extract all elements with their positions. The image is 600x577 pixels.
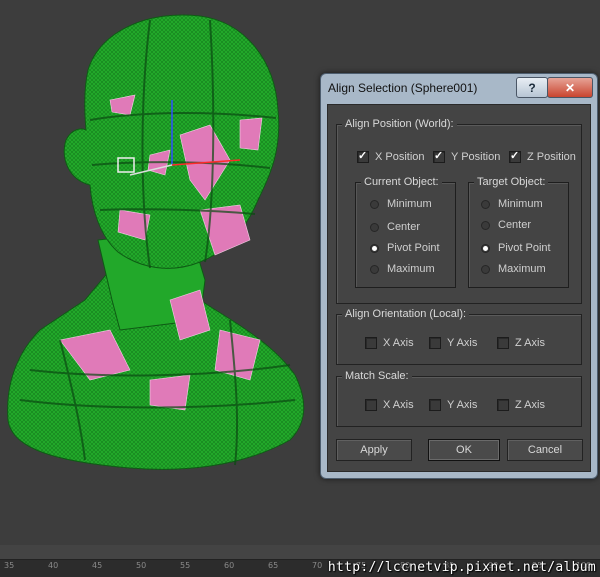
- scale-z-axis-label: Z Axis: [515, 399, 545, 411]
- target-minimum-radio[interactable]: Minimum: [481, 198, 543, 210]
- timeline-tick: 50: [136, 561, 147, 570]
- scale-y-axis-box[interactable]: [429, 399, 441, 411]
- scale-x-axis-checkbox[interactable]: X Axis: [365, 399, 414, 411]
- current-minimum-dot[interactable]: [370, 199, 379, 209]
- align-orientation-label: Align Orientation (Local):: [342, 308, 470, 320]
- time-slider-track[interactable]: [0, 545, 600, 560]
- close-button[interactable]: ✕: [547, 77, 593, 98]
- dialog-title: Align Selection (Sphere001): [328, 81, 478, 95]
- align-position-label: Align Position (World):: [342, 118, 457, 130]
- current-pivot-point-radio[interactable]: Pivot Point: [370, 242, 440, 254]
- orient-y-axis-checkbox[interactable]: Y Axis: [429, 337, 477, 349]
- scale-y-axis-label: Y Axis: [447, 399, 478, 411]
- current-center-label: Center: [387, 221, 421, 233]
- orient-y-axis-box[interactable]: [429, 337, 441, 349]
- current-object-group: Current Object: Minimum Center Pivot Poi…: [355, 176, 456, 288]
- dialog-content: Align Position (World): X Position Y Pos…: [327, 104, 591, 472]
- align-position-group: Align Position (World): X Position Y Pos…: [336, 118, 582, 304]
- target-object-group: Target Object: Minimum Center Pivot Poin…: [468, 176, 569, 288]
- orient-x-axis-box[interactable]: [365, 337, 377, 349]
- orient-x-axis-label: X Axis: [383, 337, 414, 349]
- target-pivot-point-dot[interactable]: [481, 243, 490, 253]
- x-position-label: X Position: [375, 151, 425, 163]
- y-position-checkbox[interactable]: Y Position: [433, 149, 501, 163]
- timeline-tick: 60: [224, 561, 235, 570]
- dialog-titlebar[interactable]: Align Selection (Sphere001) ? ✕: [321, 74, 597, 102]
- orient-z-axis-label: Z Axis: [515, 337, 545, 349]
- scale-z-axis-checkbox[interactable]: Z Axis: [497, 399, 545, 411]
- ok-button[interactable]: OK: [428, 439, 500, 461]
- scale-x-axis-label: X Axis: [383, 399, 414, 411]
- cancel-button[interactable]: Cancel: [507, 439, 583, 461]
- current-maximum-dot[interactable]: [370, 264, 379, 274]
- z-position-checkbox[interactable]: Z Position: [509, 149, 576, 163]
- z-position-label: Z Position: [527, 151, 576, 163]
- x-position-box[interactable]: [357, 149, 369, 163]
- timeline-tick: 55: [180, 561, 191, 570]
- target-maximum-label: Maximum: [498, 263, 546, 275]
- align-orientation-group: Align Orientation (Local): X Axis Y Axis…: [336, 308, 582, 365]
- scale-y-axis-checkbox[interactable]: Y Axis: [429, 399, 477, 411]
- current-pivot-point-label: Pivot Point: [387, 242, 440, 254]
- current-center-dot[interactable]: [370, 222, 379, 232]
- scale-z-axis-box[interactable]: [497, 399, 509, 411]
- current-minimum-radio[interactable]: Minimum: [370, 198, 432, 210]
- timeline-tick: 45: [92, 561, 103, 570]
- current-pivot-point-dot[interactable]: [370, 243, 379, 253]
- target-center-radio[interactable]: Center: [481, 219, 531, 231]
- orient-x-axis-checkbox[interactable]: X Axis: [365, 337, 414, 349]
- orient-z-axis-box[interactable]: [497, 337, 509, 349]
- target-center-label: Center: [498, 219, 532, 231]
- align-selection-dialog: Align Selection (Sphere001) ? ✕ Align Po…: [320, 73, 598, 479]
- target-maximum-dot[interactable]: [481, 264, 490, 274]
- help-button[interactable]: ?: [516, 77, 548, 98]
- target-maximum-radio[interactable]: Maximum: [481, 263, 546, 275]
- current-maximum-radio[interactable]: Maximum: [370, 263, 435, 275]
- timeline-tick: 35: [4, 561, 15, 570]
- target-object-label: Target Object:: [474, 176, 549, 188]
- current-maximum-label: Maximum: [387, 263, 435, 275]
- timeline-tick: 40: [48, 561, 59, 570]
- match-scale-group: Match Scale: X Axis Y Axis Z Axis: [336, 370, 582, 427]
- orient-z-axis-checkbox[interactable]: Z Axis: [497, 337, 545, 349]
- target-minimum-dot[interactable]: [481, 199, 490, 209]
- current-minimum-label: Minimum: [387, 198, 432, 210]
- y-position-box[interactable]: [433, 149, 445, 163]
- close-icon: ✕: [564, 80, 576, 95]
- z-position-box[interactable]: [509, 149, 521, 163]
- target-pivot-point-radio[interactable]: Pivot Point: [481, 242, 551, 254]
- timeline-tick: 65: [268, 561, 279, 570]
- scale-x-axis-box[interactable]: [365, 399, 377, 411]
- y-position-label: Y Position: [451, 151, 501, 163]
- current-center-radio[interactable]: Center: [370, 221, 420, 233]
- timeline-tick: 70: [312, 561, 323, 570]
- current-object-label: Current Object:: [361, 176, 442, 188]
- match-scale-label: Match Scale:: [342, 370, 412, 382]
- watermark-url: http://lccnetvip.pixnet.net/album: [327, 560, 596, 575]
- target-center-dot[interactable]: [481, 220, 490, 230]
- target-minimum-label: Minimum: [498, 198, 543, 210]
- orient-y-axis-label: Y Axis: [447, 337, 478, 349]
- apply-button[interactable]: Apply: [336, 439, 412, 461]
- x-position-checkbox[interactable]: X Position: [357, 149, 425, 163]
- target-pivot-point-label: Pivot Point: [498, 242, 551, 254]
- timeline-bar[interactable]: 35 40 45 50 55 60 65 70 75 80 85 90 95 100 http://lcc…: [0, 545, 600, 577]
